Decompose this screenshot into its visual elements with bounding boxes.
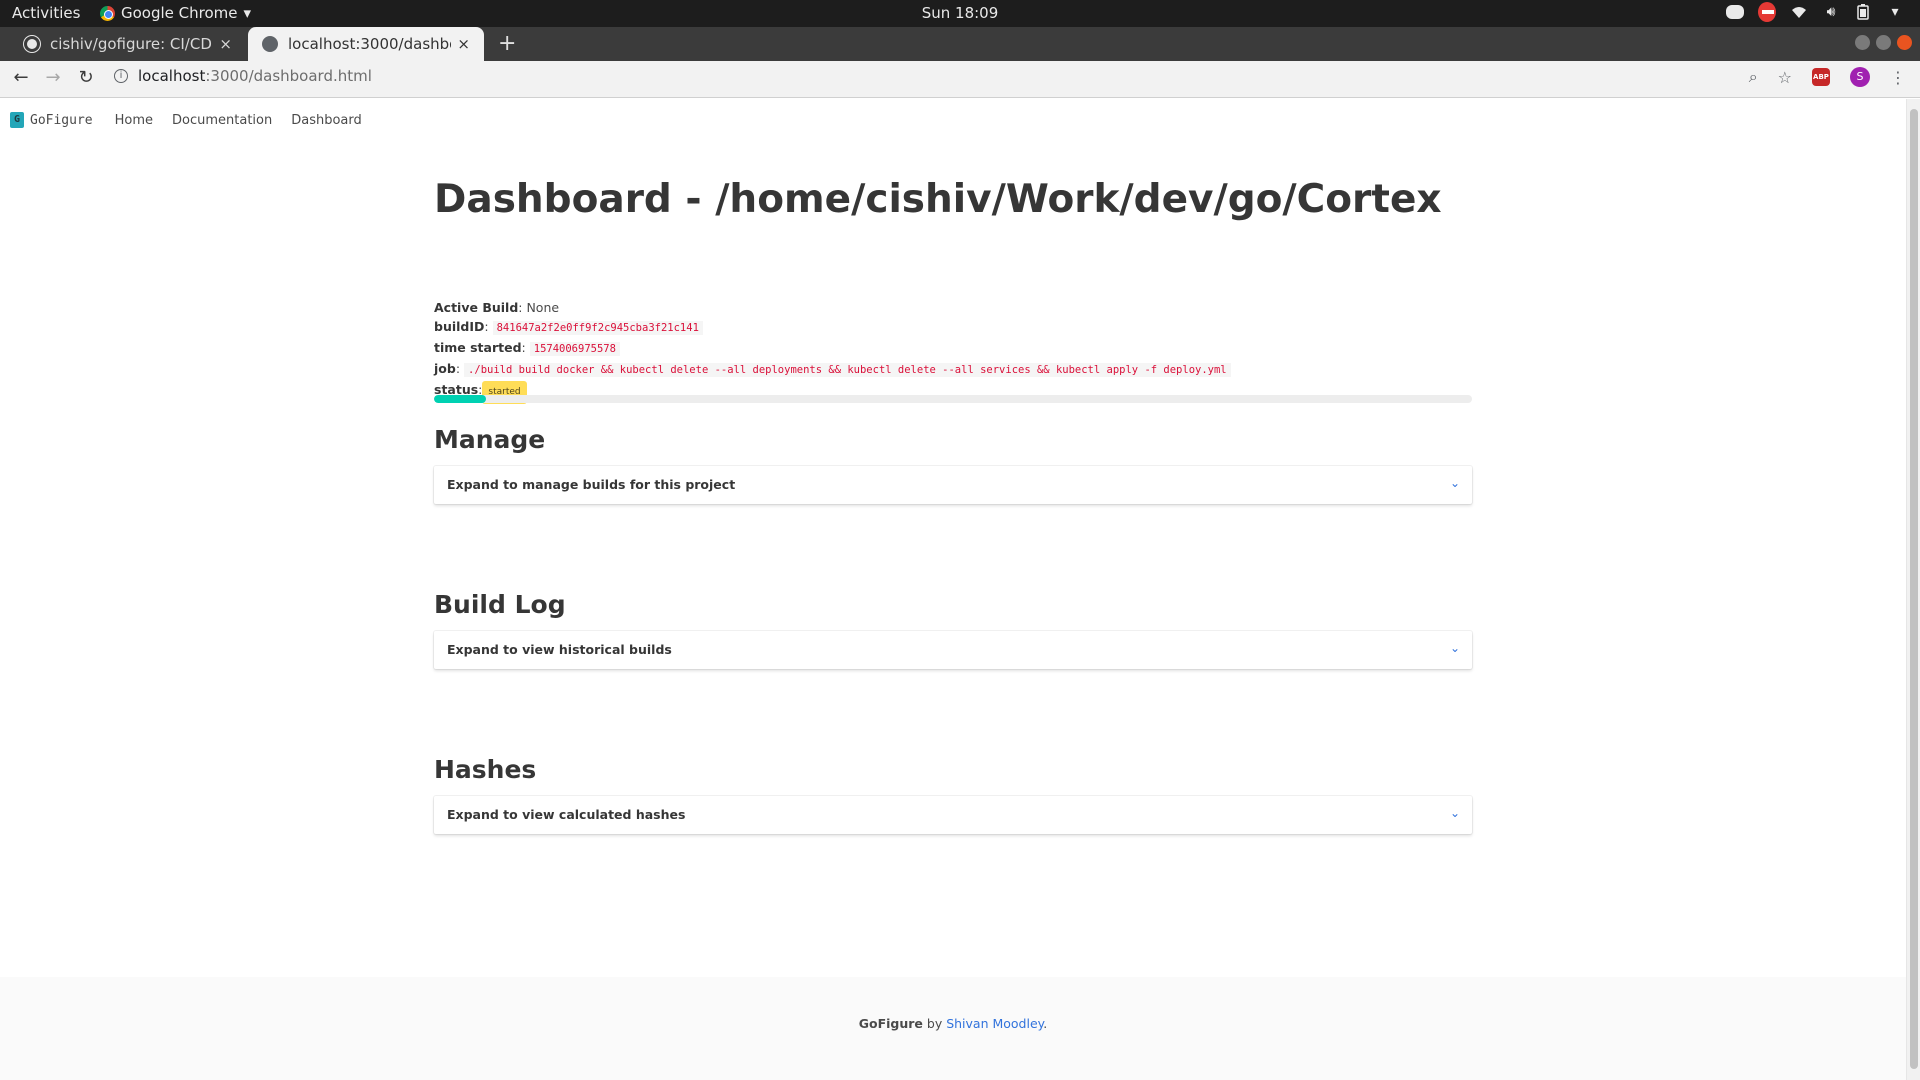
manage-collapsible[interactable]: Expand to manage builds for this project… <box>434 466 1472 504</box>
github-icon <box>24 36 40 52</box>
minimize-button[interactable] <box>1855 35 1870 50</box>
chevron-down-icon[interactable]: ⌄ <box>1450 476 1460 490</box>
profile-avatar[interactable]: S <box>1850 67 1870 87</box>
nav-link-dashboard[interactable]: Dashboard <box>291 113 362 128</box>
active-build-label: Active Build <box>434 300 519 315</box>
wifi-icon[interactable] <box>1790 3 1808 21</box>
toolbar-actions: ⌕ ☆ ABP S ⋮ <box>1749 67 1906 87</box>
build-id-label: buildID <box>434 319 485 334</box>
volume-icon[interactable]: 🔊︎ <box>1822 3 1840 21</box>
clock[interactable]: Sun 18:09 <box>0 4 1920 22</box>
build-id-row: buildID: 841647a2f2e0ff9f2c945cba3f21c141 <box>434 317 1231 338</box>
manage-heading: Manage <box>434 425 546 454</box>
hashes-heading: Hashes <box>434 755 537 784</box>
job-command: ./build build docker && kubectl delete -… <box>464 363 1231 377</box>
maximize-button[interactable] <box>1876 35 1891 50</box>
discord-icon[interactable] <box>1726 3 1744 21</box>
nav-link-documentation[interactable]: Documentation <box>172 113 272 128</box>
close-tab-icon[interactable]: × <box>219 35 232 53</box>
nav-link-home[interactable]: Home <box>115 113 153 128</box>
brand[interactable]: G GoFigure <box>10 112 93 128</box>
active-build-value: : None <box>518 300 560 315</box>
build-log-card-label: Expand to view historical builds <box>447 642 672 657</box>
footer-end: . <box>1043 1016 1048 1031</box>
close-tab-icon[interactable]: × <box>457 35 470 53</box>
chevron-down-icon[interactable]: ⌄ <box>1450 641 1460 655</box>
battery-icon[interactable] <box>1854 3 1872 21</box>
browser-toolbar: ← → ↻ i localhost:3000/dashboard.html ⌕ … <box>0 61 1920 98</box>
hashes-collapsible[interactable]: Expand to view calculated hashes ⌄ <box>434 796 1472 834</box>
time-started-row: time started: 1574006975578 <box>434 338 1231 359</box>
forward-icon[interactable]: → <box>41 67 65 91</box>
footer-author-link[interactable]: Shivan Moodley <box>946 1016 1043 1031</box>
site-navbar: G GoFigure Home Documentation Dashboard <box>0 99 1906 141</box>
time-started-value: 1574006975578 <box>529 342 620 356</box>
system-menu-caret-icon[interactable]: ▾ <box>1886 3 1904 21</box>
zoom-icon[interactable]: ⌕ <box>1749 67 1758 87</box>
tab-strip: cishiv/gofigure: CI/CD To × localhost:30… <box>0 27 1920 61</box>
site-info-icon[interactable]: i <box>114 69 128 83</box>
window-controls <box>1855 35 1912 50</box>
url-path: :3000/dashboard.html <box>205 67 372 85</box>
tab-title: localhost:3000/dashboard.html <box>288 35 451 53</box>
build-id-value: 841647a2f2e0ff9f2c945cba3f21c141 <box>492 321 703 335</box>
time-started-label: time started <box>434 340 522 355</box>
scrollbar-thumb[interactable] <box>1910 109 1918 1069</box>
system-tray: 🔊︎ ▾ <box>1726 2 1904 22</box>
job-label: job <box>434 361 456 376</box>
build-log-heading: Build Log <box>434 590 566 619</box>
manage-card-label: Expand to manage builds for this project <box>447 477 736 492</box>
active-build-info: Active Build: None buildID: 841647a2f2e0f… <box>434 298 1231 404</box>
hashes-card-label: Expand to view calculated hashes <box>447 807 686 822</box>
bookmark-star-icon[interactable]: ☆ <box>1778 68 1792 87</box>
reload-icon[interactable]: ↻ <box>74 67 98 91</box>
site-footer: GoFigure by Shivan Moodley. <box>0 977 1906 1080</box>
tab-github[interactable]: cishiv/gofigure: CI/CD To × <box>10 27 246 61</box>
address-bar[interactable]: i localhost:3000/dashboard.html <box>114 67 372 85</box>
footer-by: by <box>922 1016 947 1031</box>
tab-title: cishiv/gofigure: CI/CD To <box>50 35 213 53</box>
page-scrollbar[interactable] <box>1906 99 1920 1080</box>
gofigure-logo-icon: G <box>10 112 24 128</box>
menu-kebab-icon[interactable]: ⋮ <box>1890 68 1906 87</box>
url-host: localhost <box>138 67 206 85</box>
build-progress-fill <box>434 395 486 403</box>
new-tab-button[interactable]: + <box>498 31 516 56</box>
build-progress-bar <box>434 395 1472 403</box>
chevron-down-icon[interactable]: ⌄ <box>1450 806 1460 820</box>
footer-brand: GoFigure <box>858 1016 923 1031</box>
page-viewport: G GoFigure Home Documentation Dashboard … <box>0 99 1906 1080</box>
do-not-disturb-icon[interactable] <box>1758 2 1776 22</box>
tab-dashboard[interactable]: localhost:3000/dashboard.html × <box>248 27 484 61</box>
globe-icon <box>262 36 278 52</box>
os-top-bar: Activities Google Chrome ▾ Sun 18:09 🔊︎ … <box>0 0 1920 27</box>
job-row: job: ./build build docker && kubectl dele… <box>434 359 1231 380</box>
brand-name: GoFigure <box>30 112 93 128</box>
adblock-icon[interactable]: ABP <box>1812 68 1830 86</box>
close-window-button[interactable] <box>1897 35 1912 50</box>
back-icon[interactable]: ← <box>9 67 33 91</box>
build-log-collapsible[interactable]: Expand to view historical builds ⌄ <box>434 631 1472 669</box>
page-title: Dashboard - /home/cishiv/Work/dev/go/Cor… <box>434 177 1442 222</box>
active-build-row: Active Build: None <box>434 298 1231 317</box>
